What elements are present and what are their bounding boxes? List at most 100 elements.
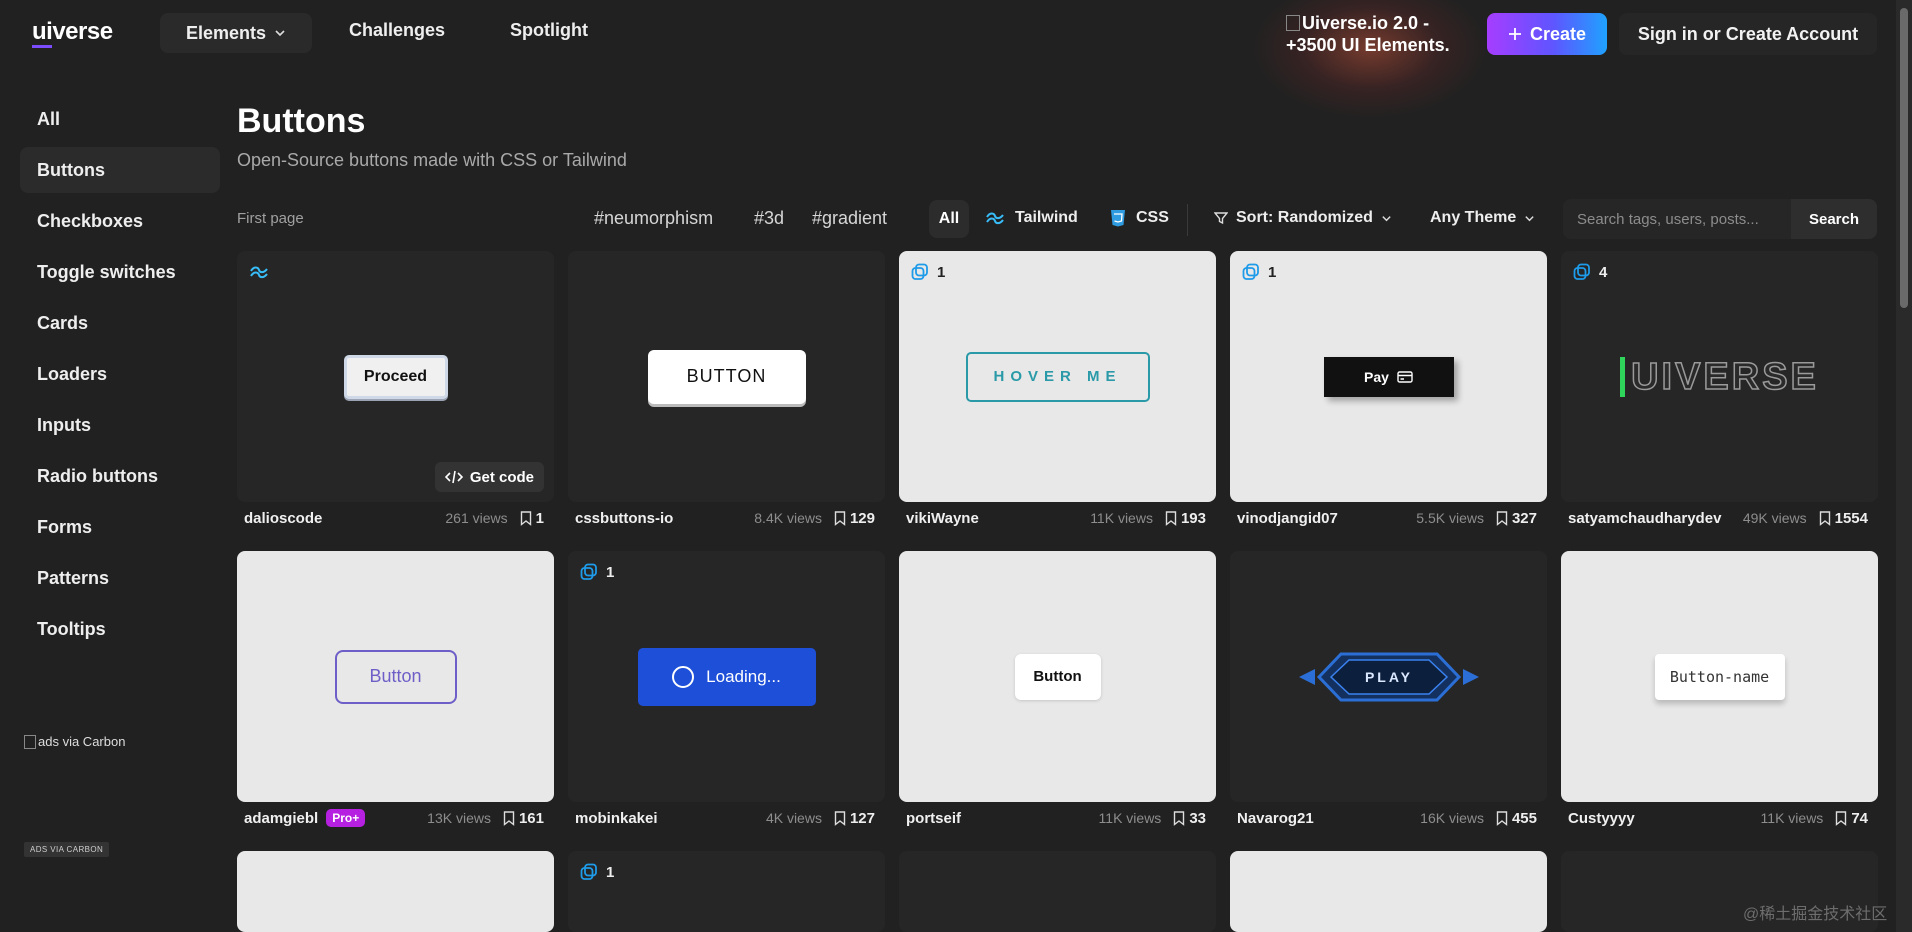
carbon-ad-image[interactable]: ads via Carbon bbox=[24, 734, 125, 749]
card-saves[interactable]: 127 bbox=[834, 810, 875, 827]
save-count: 193 bbox=[1180, 509, 1206, 527]
filter-all[interactable]: All bbox=[929, 200, 969, 238]
card-author[interactable]: satyamchaudharydev bbox=[1568, 510, 1721, 527]
element-card[interactable]: BUTTON bbox=[568, 251, 885, 502]
sidebar-item-cards[interactable]: Cards bbox=[20, 300, 220, 346]
sidebar-item-all[interactable]: All bbox=[20, 96, 220, 142]
element-card[interactable]: 1 bbox=[568, 851, 885, 932]
preview-loading-button[interactable]: Loading... bbox=[637, 647, 816, 706]
create-button[interactable]: Create bbox=[1487, 13, 1607, 55]
card-views: 11K views bbox=[1098, 810, 1162, 826]
element-card[interactable]: Proceed Get code bbox=[237, 251, 554, 502]
chevron-down-icon bbox=[1525, 215, 1534, 221]
card-author[interactable]: Custyyyy bbox=[1568, 810, 1635, 827]
card-meta: cssbuttons-io 8.4K views 129 bbox=[568, 508, 885, 528]
card-author[interactable]: portseif bbox=[906, 810, 961, 827]
sidebar-item-checkboxes[interactable]: Checkboxes bbox=[20, 198, 220, 244]
card-views: 5.5K views bbox=[1416, 510, 1484, 526]
theme-dropdown[interactable]: Any Theme bbox=[1430, 209, 1535, 227]
preview-uiverse-text-button[interactable]: UIVERSE bbox=[1620, 356, 1819, 397]
logo-prefix: ui bbox=[32, 18, 53, 48]
copies-badge: 1 bbox=[580, 863, 614, 881]
sidebar-item-inputs[interactable]: Inputs bbox=[20, 402, 220, 448]
nav-spotlight[interactable]: Spotlight bbox=[510, 20, 588, 41]
bookmark-icon bbox=[503, 810, 515, 826]
preview-hover-button[interactable]: HOVER ME bbox=[965, 351, 1150, 402]
card-saves[interactable]: 33 bbox=[1173, 810, 1206, 827]
element-card[interactable] bbox=[899, 851, 1216, 932]
card-saves[interactable]: 1 bbox=[520, 510, 544, 527]
search-bar: Search bbox=[1563, 199, 1877, 239]
filter-css[interactable]: CSS bbox=[1110, 209, 1169, 227]
sidebar-item-toggle-switches[interactable]: Toggle switches bbox=[20, 249, 220, 295]
nav-challenges[interactable]: Challenges bbox=[349, 20, 445, 41]
card-author[interactable]: adamgiebl bbox=[244, 810, 318, 827]
save-count: 74 bbox=[1851, 809, 1868, 827]
element-card[interactable] bbox=[1230, 851, 1547, 932]
nav-elements-dropdown[interactable]: Elements bbox=[160, 13, 312, 53]
sidebar-item-forms[interactable]: Forms bbox=[20, 504, 220, 550]
sidebar-item-buttons[interactable]: Buttons bbox=[20, 147, 220, 193]
card-saves[interactable]: 74 bbox=[1835, 810, 1868, 827]
save-count: 161 bbox=[518, 809, 544, 827]
sort-dropdown[interactable]: Sort: Randomized bbox=[1214, 209, 1392, 227]
save-count: 327 bbox=[1511, 509, 1537, 527]
card-preview: PLAY bbox=[1230, 551, 1547, 802]
chevron-down-icon bbox=[275, 30, 285, 37]
preview-pay-button[interactable]: Pay bbox=[1323, 356, 1454, 397]
search-input[interactable] bbox=[1563, 199, 1791, 239]
sidebar-item-patterns[interactable]: Patterns bbox=[20, 555, 220, 601]
get-code-button[interactable]: Get code bbox=[434, 462, 544, 492]
tag-neumorphism[interactable]: #neumorphism bbox=[594, 208, 713, 229]
preview-button-name[interactable]: Button-name bbox=[1654, 653, 1785, 700]
preview-button[interactable]: Button bbox=[1014, 653, 1101, 700]
uiverse-logo[interactable]: uiverse bbox=[32, 18, 113, 48]
card-author[interactable]: Navarog21 bbox=[1237, 810, 1314, 827]
element-card[interactable]: 4 UIVERSE bbox=[1561, 251, 1878, 502]
save-count: 129 bbox=[849, 509, 875, 527]
card-saves[interactable]: 161 bbox=[503, 810, 544, 827]
search-button[interactable]: Search bbox=[1791, 199, 1877, 239]
element-card[interactable]: Button-name bbox=[1561, 551, 1878, 802]
filter-tailwind[interactable]: Tailwind bbox=[985, 209, 1078, 227]
element-card[interactable]: Button bbox=[237, 551, 554, 802]
card-author[interactable]: vikiWayne bbox=[906, 510, 979, 527]
scrollbar-thumb[interactable] bbox=[1900, 8, 1908, 308]
element-card[interactable]: 1 HOVER ME bbox=[899, 251, 1216, 502]
card-saves[interactable]: 327 bbox=[1496, 510, 1537, 527]
first-page-label: First page bbox=[237, 210, 304, 227]
promo-banner[interactable]: Uiverse.io 2.0 - +3500 UI Elements. bbox=[1286, 12, 1456, 56]
card-saves[interactable]: 193 bbox=[1165, 510, 1206, 527]
card-author[interactable]: dalioscode bbox=[244, 510, 322, 527]
card-meta: Custyyyy 11K views 74 bbox=[1561, 808, 1878, 828]
preview-button[interactable]: BUTTON bbox=[647, 349, 806, 404]
card-preview: Button-name bbox=[1561, 551, 1878, 802]
element-card[interactable]: 1 Loading... bbox=[568, 551, 885, 802]
element-card[interactable]: Button bbox=[899, 551, 1216, 802]
sidebar-item-loaders[interactable]: Loaders bbox=[20, 351, 220, 397]
preview-play-button[interactable]: PLAY bbox=[1297, 650, 1481, 704]
chevron-down-icon bbox=[1382, 215, 1391, 221]
bookmark-icon bbox=[1836, 810, 1847, 826]
signin-button[interactable]: Sign in or Create Account bbox=[1619, 13, 1877, 55]
preview-proceed-button[interactable]: Proceed bbox=[343, 354, 448, 399]
sidebar-item-radio-buttons[interactable]: Radio buttons bbox=[20, 453, 220, 499]
ads-via-carbon-label[interactable]: ADS VIA CARBON bbox=[24, 842, 110, 857]
sidebar-item-tooltips[interactable]: Tooltips bbox=[20, 606, 220, 652]
css3-icon bbox=[1111, 210, 1125, 227]
filter-tailwind-label: Tailwind bbox=[1015, 209, 1078, 226]
element-card[interactable]: 1 Pay bbox=[1230, 251, 1547, 502]
card-saves[interactable]: 129 bbox=[834, 510, 875, 527]
card-preview: Button bbox=[237, 551, 554, 802]
nav-elements-label: Elements bbox=[185, 22, 267, 43]
card-author[interactable]: vinodjangid07 bbox=[1237, 510, 1338, 527]
element-card[interactable]: PLAY bbox=[1230, 551, 1547, 802]
card-saves[interactable]: 455 bbox=[1496, 810, 1537, 827]
card-author[interactable]: mobinkakei bbox=[575, 810, 658, 827]
card-saves[interactable]: 1554 bbox=[1819, 510, 1868, 527]
tag-3d[interactable]: #3d bbox=[754, 208, 784, 229]
element-card[interactable] bbox=[237, 851, 554, 932]
tag-gradient[interactable]: #gradient bbox=[812, 208, 887, 229]
card-author[interactable]: cssbuttons-io bbox=[575, 510, 673, 527]
preview-outline-button[interactable]: Button bbox=[334, 649, 457, 704]
